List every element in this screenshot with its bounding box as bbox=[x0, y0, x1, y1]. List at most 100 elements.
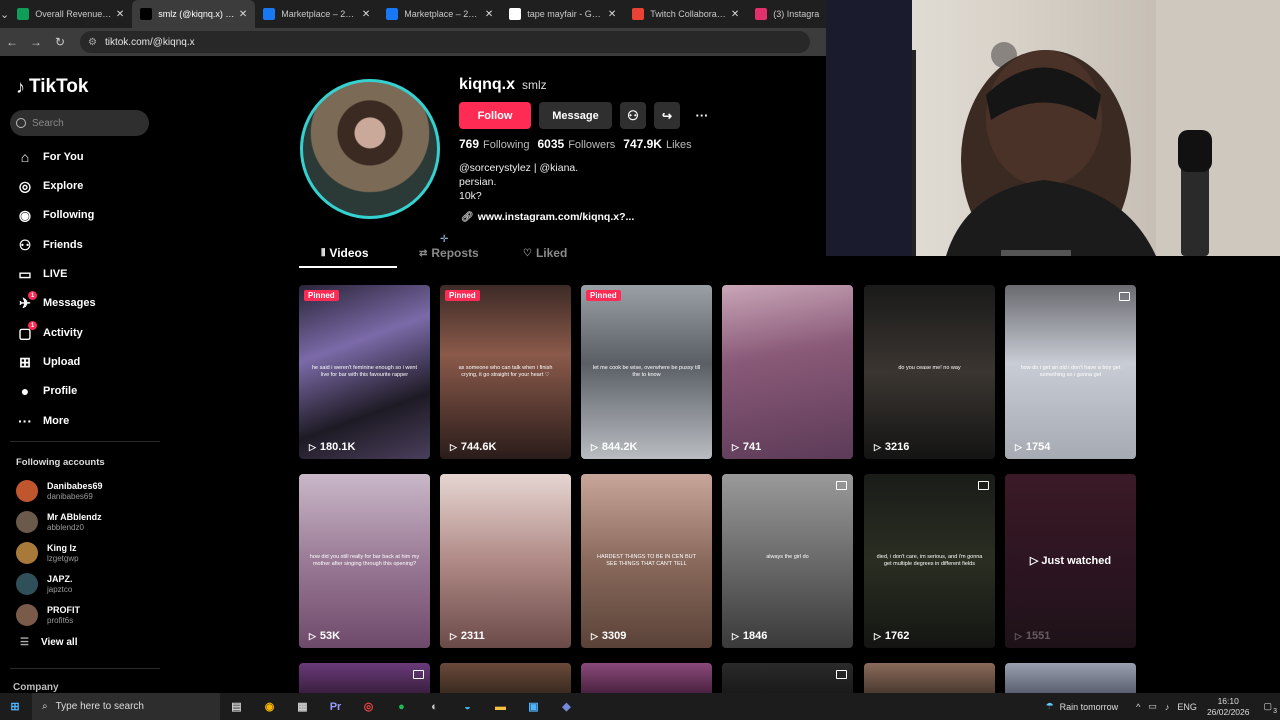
video-thumbnail[interactable]: Pinned he said i weren't feminine enough … bbox=[299, 285, 430, 459]
sidebar-item-upload[interactable]: ⊞ Upload bbox=[16, 353, 166, 371]
spotify-icon[interactable]: ● bbox=[385, 693, 418, 720]
tab-videos[interactable]: ⦀ Videos bbox=[321, 246, 369, 260]
play-icon: ▷ bbox=[874, 441, 881, 452]
windows-start-icon[interactable]: ⊞ bbox=[0, 693, 30, 720]
premiere-icon[interactable]: Pr bbox=[319, 693, 352, 720]
sidebar-item-more[interactable]: ··· More bbox=[16, 412, 166, 430]
obs-icon[interactable]: ◐ bbox=[418, 693, 451, 720]
chrome-icon[interactable]: ◉ bbox=[253, 693, 286, 720]
sidebar-item-activity[interactable]: ▢ 1 Activity bbox=[16, 321, 166, 342]
reload-icon[interactable]: ↻ bbox=[48, 35, 72, 49]
view-count-text: 844.2K bbox=[601, 441, 638, 453]
video-thumbnail[interactable] bbox=[440, 663, 571, 693]
store-icon[interactable]: ▣ bbox=[517, 693, 550, 720]
tab-liked[interactable]: ♡ Liked bbox=[523, 246, 567, 260]
back-arrow-icon[interactable]: ← bbox=[0, 35, 24, 49]
followers-stat[interactable]: 6035 Followers bbox=[538, 137, 616, 151]
tab-reposts[interactable]: ⇄ Reposts bbox=[419, 246, 479, 260]
account-text: Mr ABblendz abblendz0 bbox=[47, 512, 102, 533]
browser-tab[interactable]: Overall Revenue - Ki ✕ bbox=[9, 0, 132, 28]
edge-icon[interactable]: ◒ bbox=[451, 693, 484, 720]
profile-avatar[interactable] bbox=[300, 79, 440, 219]
following-account[interactable]: Mr ABblendz abblendz0 bbox=[16, 511, 166, 533]
clock[interactable]: 16:10 26/02/2026 bbox=[1207, 696, 1250, 718]
language-indicator[interactable]: ENG bbox=[1177, 702, 1197, 712]
follow-button[interactable]: Follow bbox=[459, 102, 531, 129]
sidebar-item-messages[interactable]: ✈ 1 Messages bbox=[16, 291, 166, 312]
browser-tab[interactable]: smlz (@kiqnq.x) | Tik ✕ bbox=[132, 0, 256, 28]
profile-link[interactable]: 🔗︎ www.instagram.com/kiqnq.x?... bbox=[461, 211, 634, 223]
url-field[interactable]: ⚙ tiktok.com/@kiqnq.x bbox=[80, 31, 810, 53]
following-count: 769 bbox=[459, 137, 480, 151]
editor-app-icon[interactable]: ▦ bbox=[286, 693, 319, 720]
sidebar-item-profile[interactable]: ● Profile bbox=[16, 382, 166, 400]
discord-icon[interactable]: ◆ bbox=[550, 693, 583, 720]
site-info-icon[interactable]: ⚙ bbox=[88, 37, 97, 48]
sidebar-item-following[interactable]: ◉ Following bbox=[16, 206, 166, 224]
add-friend-icon[interactable]: ⚇ bbox=[620, 102, 646, 129]
video-thumbnail[interactable] bbox=[581, 663, 712, 693]
compass-icon: ◎ bbox=[18, 177, 32, 194]
sidebar-item-label: For You bbox=[43, 151, 84, 163]
following-account[interactable]: PROFIT profit6s bbox=[16, 604, 166, 626]
tiktok-logo[interactable]: ♪ TikTok bbox=[16, 76, 88, 98]
recorder-icon[interactable]: ◎ bbox=[352, 693, 385, 720]
sidebar-item-explore[interactable]: ◎ Explore bbox=[16, 177, 166, 195]
video-thumbnail[interactable] bbox=[1005, 663, 1136, 693]
file-explorer-icon[interactable]: ▬ bbox=[484, 693, 517, 720]
video-thumbnail[interactable]: died, i don't care, im serious, and i'm … bbox=[864, 474, 995, 648]
volume-icon[interactable]: ♪ bbox=[1165, 702, 1170, 712]
weather-text[interactable]: Rain tomorrow bbox=[1060, 702, 1119, 712]
tab-search-chevron-icon[interactable]: ⌄ bbox=[0, 0, 9, 28]
close-tab-icon[interactable]: ✕ bbox=[239, 9, 247, 20]
browser-tab[interactable]: tape mayfair - Googl ✕ bbox=[501, 0, 624, 28]
company-link[interactable]: Company bbox=[13, 682, 59, 693]
following-account[interactable]: King lz lzgetgwp bbox=[16, 542, 166, 564]
search-input[interactable]: Search bbox=[10, 110, 149, 136]
video-thumbnail[interactable]: do you cease me! no way ▷ 3216 bbox=[864, 285, 995, 459]
message-button[interactable]: Message bbox=[539, 102, 612, 129]
view-count: ▷ 3216 bbox=[874, 441, 909, 453]
forward-arrow-icon[interactable]: → bbox=[24, 35, 48, 49]
video-thumbnail[interactable]: how did you still really for bar back at… bbox=[299, 474, 430, 648]
view-all-button[interactable]: ☰ View all bbox=[20, 637, 77, 648]
browser-tab[interactable]: Marketplace – 2004 V ✕ bbox=[255, 0, 378, 28]
following-account[interactable]: JAPZ. japztco bbox=[16, 573, 166, 595]
video-thumbnail[interactable]: Pinned as someone who can talk when i fin… bbox=[440, 285, 571, 459]
video-thumbnail[interactable] bbox=[299, 663, 430, 693]
following-account[interactable]: Danibabes69 danibabes69 bbox=[16, 480, 166, 502]
network-icon[interactable]: ▭ bbox=[1148, 701, 1157, 712]
video-thumbnail[interactable]: truth left leg account bbox=[722, 663, 853, 693]
sidebar-item-live[interactable]: ▭ LIVE bbox=[16, 265, 166, 283]
video-thumbnail[interactable]: ▷ 2311 bbox=[440, 474, 571, 648]
active-tab-indicator bbox=[299, 266, 397, 268]
video-thumbnail[interactable]: HARDEST THINGS TO BE IN CEN BUT SEE THIN… bbox=[581, 474, 712, 648]
sidebar-item-label: Following bbox=[43, 209, 95, 221]
sidebar-item-label: More bbox=[43, 415, 70, 427]
close-tab-icon[interactable]: ✕ bbox=[485, 9, 493, 20]
tab-title: Marketplace – 2004 V bbox=[281, 9, 358, 19]
close-tab-icon[interactable]: ✕ bbox=[731, 9, 739, 20]
sidebar-item-for-you[interactable]: ⌂ For You bbox=[16, 148, 166, 166]
notifications-icon[interactable]: ▢ 3 bbox=[1263, 701, 1277, 715]
following-stat[interactable]: 769 Following bbox=[459, 137, 530, 151]
tray-chevron-icon[interactable]: ^ bbox=[1136, 702, 1140, 712]
browser-tab[interactable]: Marketplace – 2007 N ✕ bbox=[378, 0, 501, 28]
task-view-icon[interactable]: ▤ bbox=[220, 693, 253, 720]
video-thumbnail[interactable]: ▷ 741 bbox=[722, 285, 853, 459]
video-thumbnail[interactable]: Pinned let me cook be wise, overwhere be … bbox=[581, 285, 712, 459]
following-label: Following bbox=[483, 139, 530, 151]
video-thumbnail[interactable]: how do i get an old i don't have a boy g… bbox=[1005, 285, 1136, 459]
close-tab-icon[interactable]: ✕ bbox=[362, 9, 370, 20]
video-thumbnail[interactable]: ▷ Just watched ▷ 1551 bbox=[1005, 474, 1136, 648]
sidebar-item-friends[interactable]: ⚇ Friends bbox=[16, 236, 166, 254]
video-thumbnail[interactable]: always the girl do ▷ 1846 bbox=[722, 474, 853, 648]
video-thumbnail[interactable] bbox=[864, 663, 995, 693]
close-tab-icon[interactable]: ✕ bbox=[116, 9, 124, 20]
taskbar-search-input[interactable]: ⌕ Type here to search bbox=[32, 693, 220, 720]
more-options-icon[interactable]: ··· bbox=[688, 102, 716, 129]
close-tab-icon[interactable]: ✕ bbox=[608, 9, 616, 20]
browser-tab[interactable]: Twitch Collaboration ✕ bbox=[624, 0, 747, 28]
share-icon[interactable]: ↪ bbox=[654, 102, 680, 129]
tab-videos-label: Videos bbox=[329, 246, 369, 260]
